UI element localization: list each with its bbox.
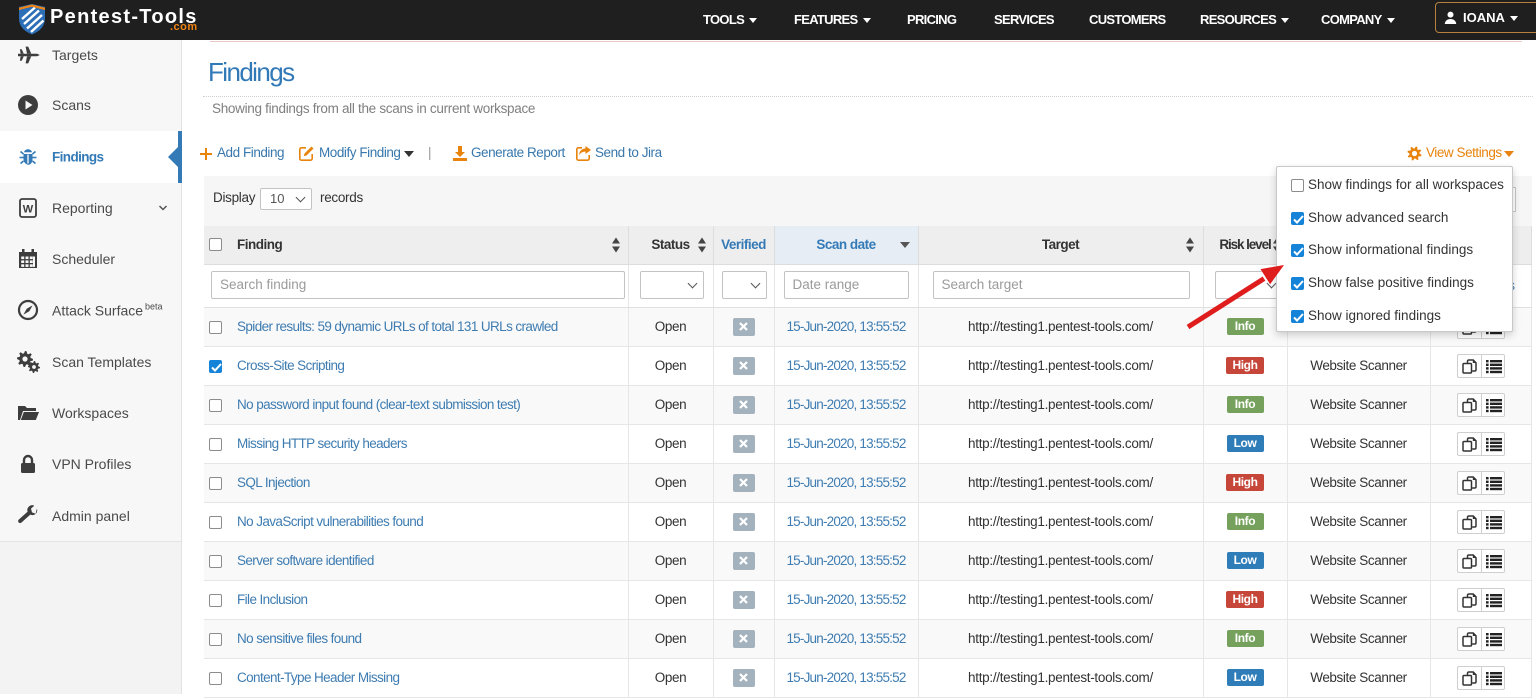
svg-text:W: W xyxy=(23,204,34,216)
